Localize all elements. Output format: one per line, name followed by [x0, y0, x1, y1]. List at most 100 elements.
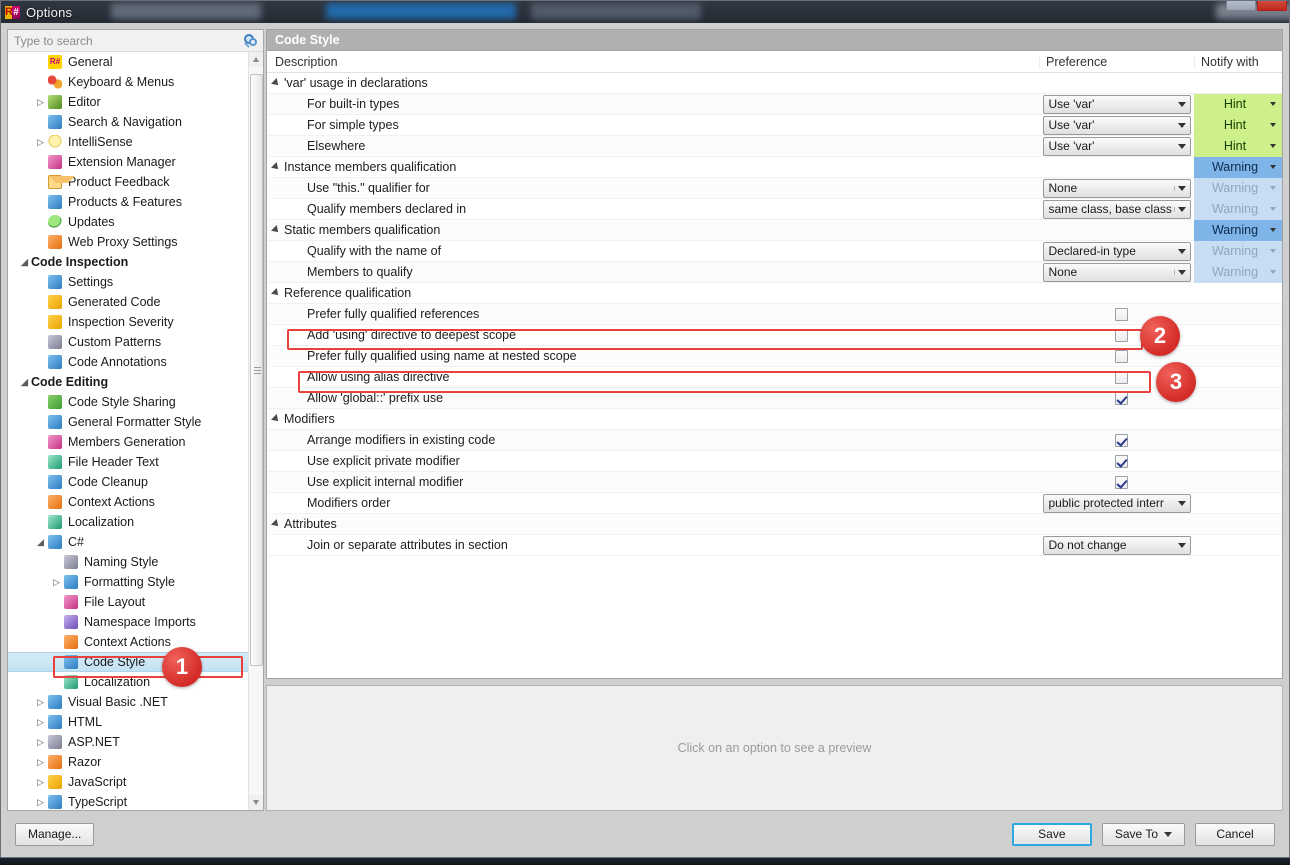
chevron-down-icon[interactable]: [1270, 164, 1276, 169]
notify-dropdown[interactable]: Warning: [1194, 219, 1282, 241]
row-add-using-directive-to-deepest-scope[interactable]: Add 'using' directive to deepest scope: [267, 325, 1282, 346]
chevron-down-icon[interactable]: [1174, 123, 1190, 128]
sidebar-item-search-navigation[interactable]: Search & Navigation: [8, 112, 248, 132]
chevron-down-icon[interactable]: [1174, 543, 1190, 548]
chevron-down-icon[interactable]: [1270, 185, 1276, 190]
chevron-down-icon[interactable]: [1270, 248, 1276, 253]
preference-dropdown[interactable]: None: [1042, 262, 1191, 282]
sidebar-item-file-header-text[interactable]: File Header Text: [8, 452, 248, 472]
row-use-explicit-private-modifier[interactable]: Use explicit private modifier: [267, 451, 1282, 472]
expander-closed-icon[interactable]: ▷: [34, 692, 47, 712]
row-var-usage-in-declarations[interactable]: 'var' usage in declarations: [267, 73, 1282, 94]
sidebar-item-members-generation[interactable]: Members Generation: [8, 432, 248, 452]
sidebar-item-context-actions[interactable]: Context Actions: [8, 632, 248, 652]
save-to-button[interactable]: Save To: [1101, 822, 1185, 846]
close-button[interactable]: [1257, 1, 1287, 11]
sidebar-item-code-editing[interactable]: ◢ Code Editing: [8, 372, 248, 392]
sidebar-item-keyboard-menus[interactable]: Keyboard & Menus: [8, 72, 248, 92]
sidebar-item-visual-basic-net[interactable]: ▷ Visual Basic .NET: [8, 692, 248, 712]
sidebar-item-localization[interactable]: Localization: [8, 672, 248, 692]
row-allow-global-prefix-use[interactable]: Allow 'global::' prefix use: [267, 388, 1282, 409]
expander-closed-icon[interactable]: ▷: [34, 752, 47, 772]
sidebar-item-code-inspection[interactable]: ◢ Code Inspection: [8, 252, 248, 272]
sidebar-item-products-features[interactable]: Products & Features: [8, 192, 248, 212]
notify-dropdown[interactable]: Hint: [1194, 93, 1282, 115]
row-arrange-modifiers-in-existing-code[interactable]: Arrange modifiers in existing code: [267, 430, 1282, 451]
chevron-down-icon[interactable]: [1173, 269, 1190, 275]
sidebar-item-updates[interactable]: Updates: [8, 212, 248, 232]
checkbox-checked[interactable]: [1115, 392, 1128, 405]
chevron-down-icon[interactable]: [1174, 144, 1190, 149]
sidebar-item-inspection-severity[interactable]: Inspection Severity: [8, 312, 248, 332]
preference-dropdown[interactable]: Use 'var': [1042, 94, 1191, 114]
notify-dropdown[interactable]: Hint: [1194, 135, 1282, 157]
expander-closed-icon[interactable]: ▷: [34, 92, 47, 112]
save-button[interactable]: Save: [1011, 822, 1092, 846]
row-modifiers[interactable]: Modifiers: [267, 409, 1282, 430]
chevron-down-icon[interactable]: [1173, 206, 1190, 212]
settings-tree-scroll-area[interactable]: General Keyboard & Menus ▷ Editor Search & N…: [8, 52, 263, 810]
tree-scrollbar-thumb[interactable]: [250, 74, 263, 666]
chevron-down-icon[interactable]: [1270, 143, 1276, 148]
notify-dropdown[interactable]: Warning: [1194, 240, 1282, 262]
preference-dropdown[interactable]: Do not change: [1042, 535, 1191, 555]
expander-open-icon[interactable]: ◢: [18, 252, 31, 272]
manage-button[interactable]: Manage...: [15, 822, 95, 846]
chevron-down-icon[interactable]: [1270, 227, 1276, 232]
sidebar-item-code-annotations[interactable]: Code Annotations: [8, 352, 248, 372]
chevron-down-icon[interactable]: [1174, 501, 1190, 506]
expander-open-icon[interactable]: ◢: [18, 372, 31, 392]
row-attributes[interactable]: Attributes: [267, 514, 1282, 535]
group-expander-icon[interactable]: [271, 162, 281, 172]
notify-dropdown[interactable]: Warning: [1194, 198, 1282, 220]
sidebar-item-custom-patterns[interactable]: Custom Patterns: [8, 332, 248, 352]
cancel-button[interactable]: Cancel: [1195, 822, 1275, 846]
chevron-down-icon[interactable]: [1270, 206, 1276, 211]
sidebar-item-asp-net[interactable]: ▷ ASP.NET: [8, 732, 248, 752]
notify-dropdown[interactable]: Warning: [1194, 156, 1282, 178]
scroll-down-arrow-icon[interactable]: [249, 795, 263, 810]
sidebar-item-namespace-imports[interactable]: Namespace Imports: [8, 612, 248, 632]
sidebar-item-naming-style[interactable]: Naming Style: [8, 552, 248, 572]
search-row[interactable]: [8, 30, 263, 52]
sidebar-item-product-feedback[interactable]: Product Feedback: [8, 172, 248, 192]
preference-dropdown[interactable]: same class, base class: [1042, 199, 1191, 219]
sidebar-item-c[interactable]: ◢ C#: [8, 532, 248, 552]
expander-closed-icon[interactable]: ▷: [50, 572, 63, 592]
sidebar-item-web-proxy-settings[interactable]: Web Proxy Settings: [8, 232, 248, 252]
group-expander-icon[interactable]: [271, 78, 281, 88]
notify-dropdown[interactable]: Warning: [1194, 261, 1282, 283]
sidebar-item-file-layout[interactable]: File Layout: [8, 592, 248, 612]
preference-dropdown[interactable]: Use 'var': [1042, 136, 1191, 156]
row-use-explicit-internal-modifier[interactable]: Use explicit internal modifier: [267, 472, 1282, 493]
checkbox-checked[interactable]: [1115, 455, 1128, 468]
row-modifiers-order[interactable]: Modifiers order public protected interr: [267, 493, 1282, 514]
chevron-down-icon[interactable]: [1270, 101, 1276, 106]
chevron-down-icon[interactable]: [1270, 269, 1276, 274]
sidebar-item-code-style[interactable]: Code Style: [8, 652, 248, 672]
window-controls[interactable]: [1226, 1, 1287, 11]
notify-dropdown[interactable]: Warning: [1194, 177, 1282, 199]
row-for-simple-types[interactable]: For simple types Use 'var' Hint: [267, 114, 1282, 136]
sidebar-item-general[interactable]: General: [8, 52, 248, 72]
sidebar-item-typescript[interactable]: ▷ TypeScript: [8, 792, 248, 810]
row-elsewhere[interactable]: Elsewhere Use 'var' Hint: [267, 135, 1282, 157]
checkbox-unchecked[interactable]: [1115, 308, 1128, 321]
sidebar-item-javascript[interactable]: ▷ JavaScript: [8, 772, 248, 792]
preference-dropdown[interactable]: Declared-in type: [1042, 241, 1191, 261]
expander-closed-icon[interactable]: ▷: [34, 732, 47, 752]
sidebar-item-general-formatter-style[interactable]: General Formatter Style: [8, 412, 248, 432]
row-qualify-with-the-name-of[interactable]: Qualify with the name of Declared-in type…: [267, 240, 1282, 262]
row-members-to-qualify[interactable]: Members to qualify None Warning: [267, 261, 1282, 283]
row-qualify-members-declared-in[interactable]: Qualify members declared in same class, b…: [267, 198, 1282, 220]
sidebar-item-context-actions[interactable]: Context Actions: [8, 492, 248, 512]
row-instance-members-qualification[interactable]: Instance members qualification Warning: [267, 156, 1282, 178]
chevron-down-icon[interactable]: [1174, 102, 1190, 107]
sidebar-item-code-cleanup[interactable]: Code Cleanup: [8, 472, 248, 492]
group-expander-icon[interactable]: [271, 288, 281, 298]
expander-closed-icon[interactable]: ▷: [34, 792, 47, 810]
row-reference-qualification[interactable]: Reference qualification: [267, 283, 1282, 304]
sidebar-item-editor[interactable]: ▷ Editor: [8, 92, 248, 112]
row-use-this-qualifier-for[interactable]: Use "this." qualifier for None Warning: [267, 177, 1282, 199]
sidebar-item-code-style-sharing[interactable]: Code Style Sharing: [8, 392, 248, 412]
